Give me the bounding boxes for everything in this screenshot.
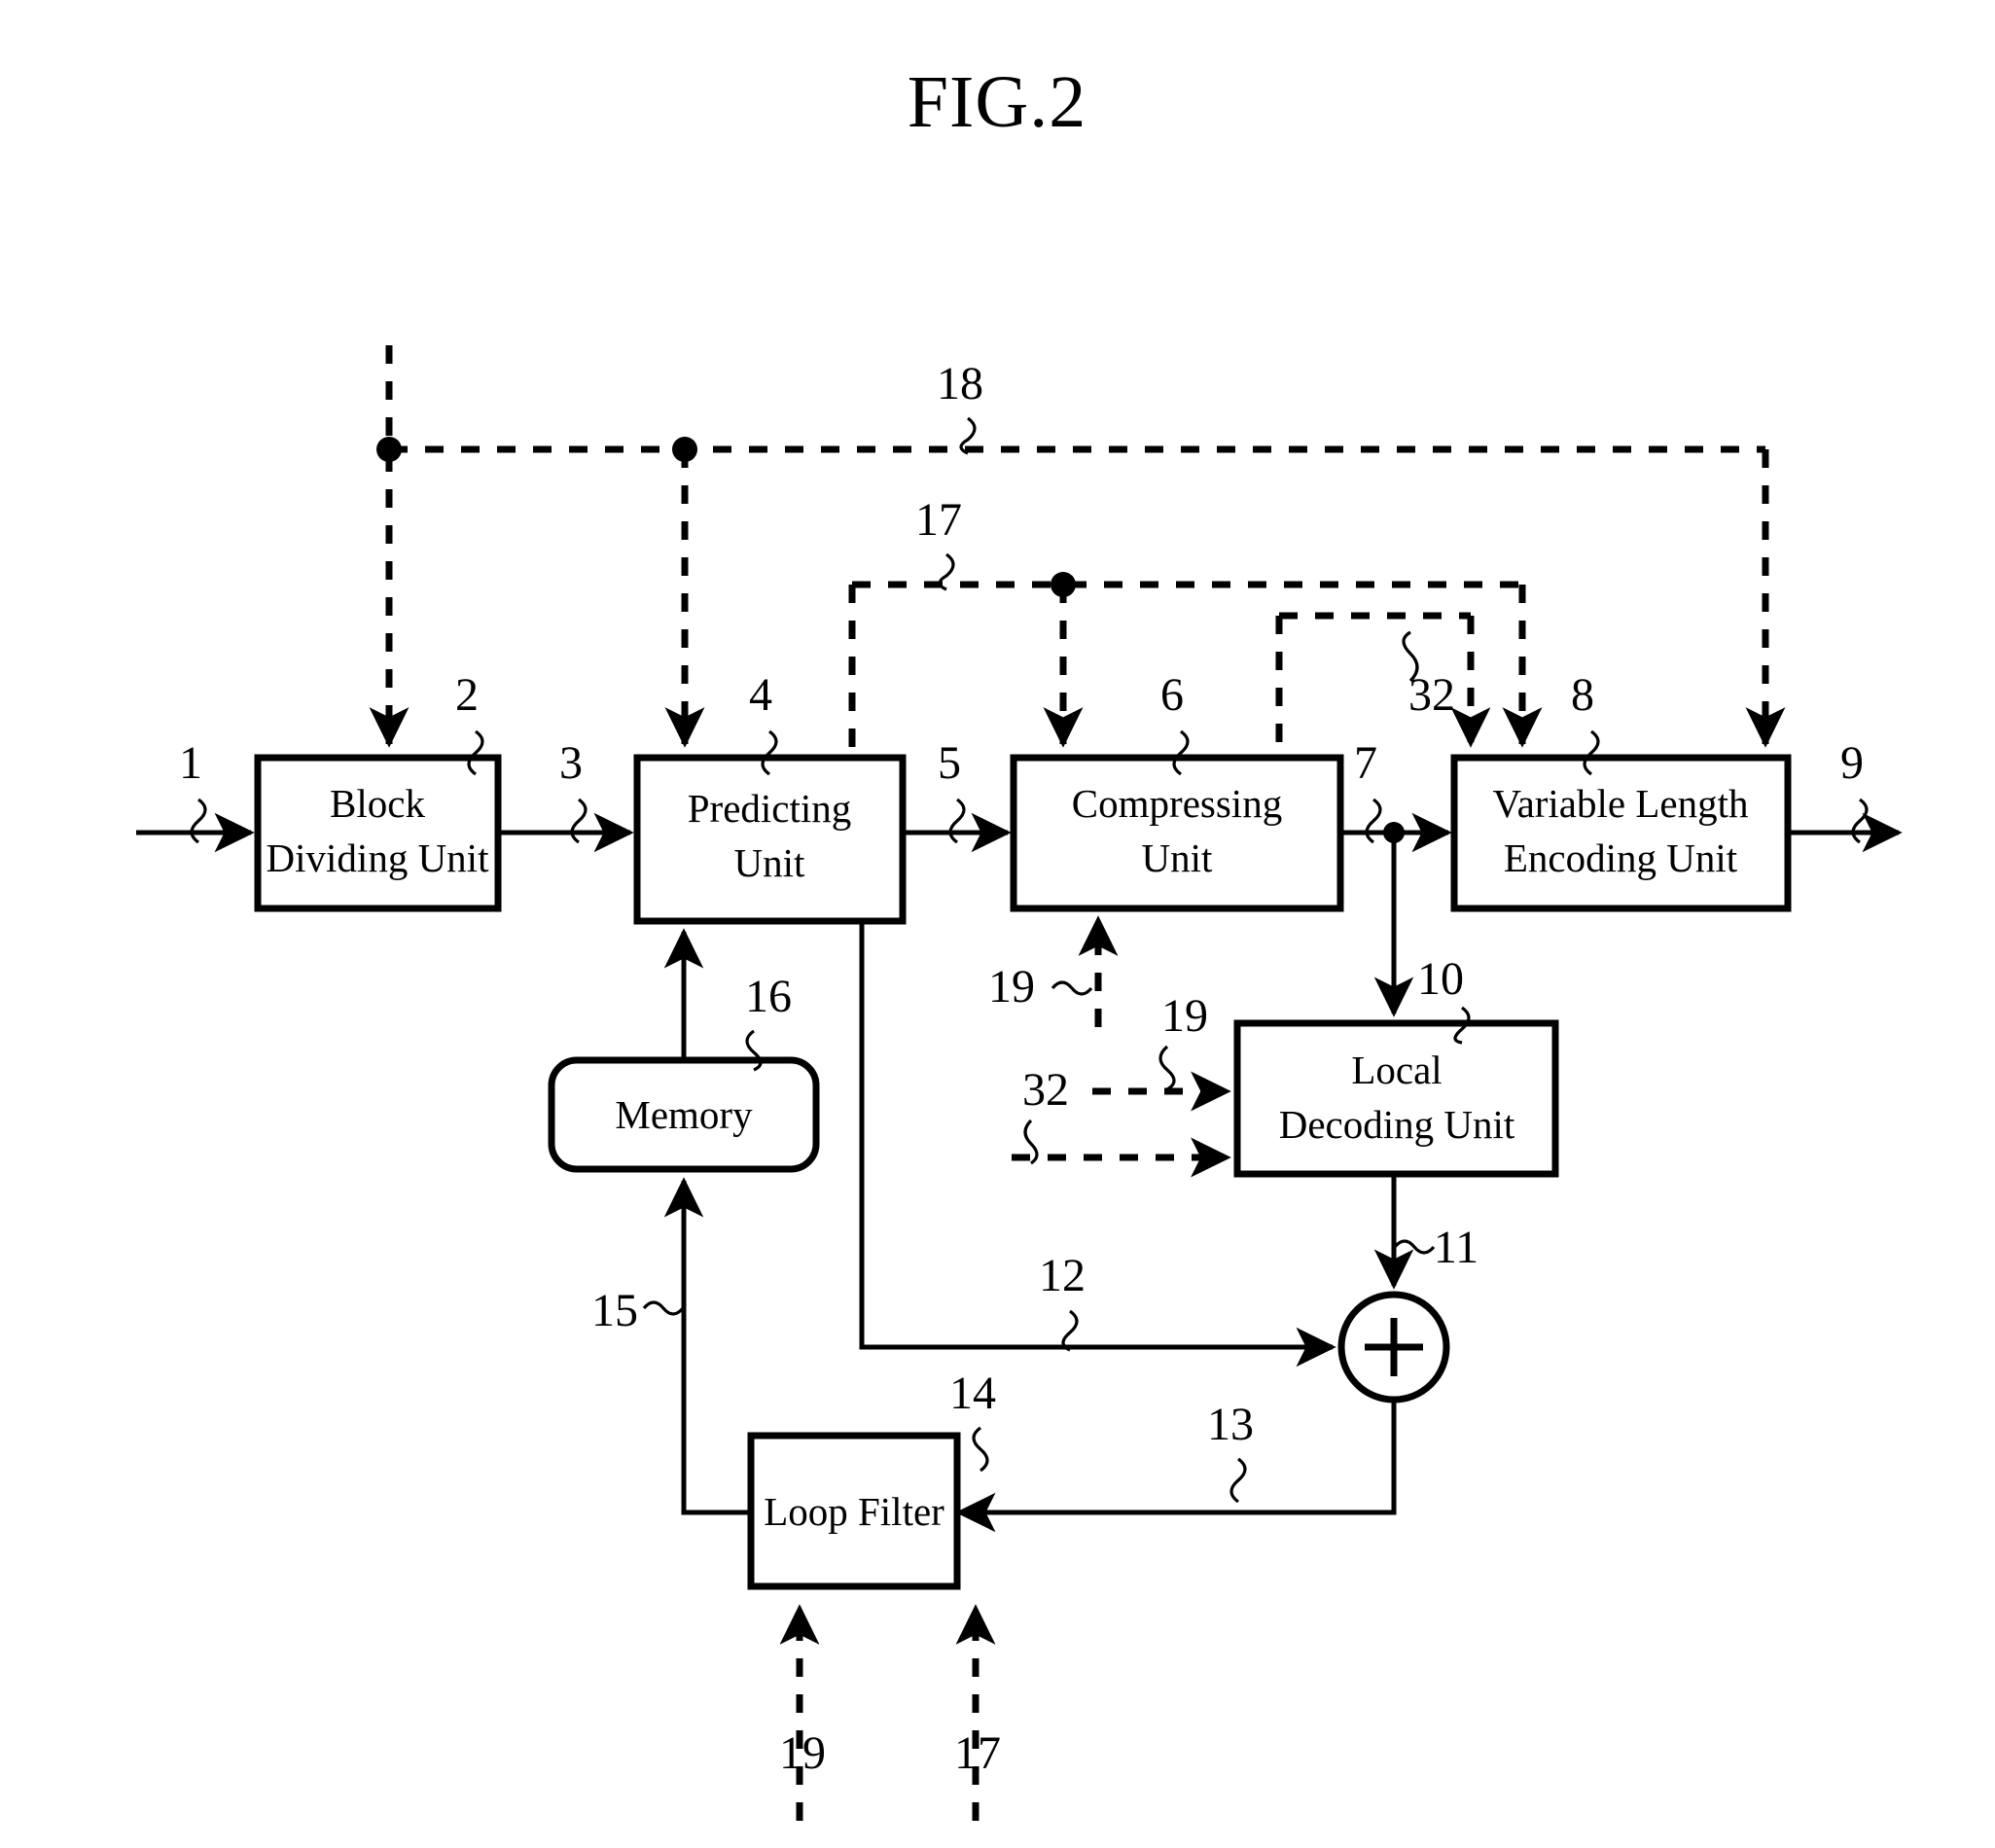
page-title: FIG.2 bbox=[908, 61, 1087, 143]
compressing-unit-label-line1: Compressing bbox=[1072, 781, 1282, 826]
variable-length-encoding-unit-label-line1: Variable Length bbox=[1493, 781, 1749, 826]
junction-7 bbox=[1383, 822, 1405, 843]
leader-13 bbox=[1229, 1457, 1247, 1504]
ref-8: 8 bbox=[1571, 669, 1594, 721]
ref-12: 12 bbox=[1039, 1250, 1086, 1301]
block-dividing-unit-label-line2: Dividing Unit bbox=[267, 835, 490, 880]
leader-1 bbox=[190, 798, 207, 844]
ref-19-loop-filter: 19 bbox=[779, 1727, 826, 1779]
wire-13 bbox=[955, 1401, 1397, 1533]
ref-17-top: 17 bbox=[915, 494, 962, 546]
ref-16: 16 bbox=[745, 971, 792, 1022]
ref-10: 10 bbox=[1417, 953, 1464, 1005]
reference-leaders bbox=[190, 416, 1869, 1504]
predicting-unit[interactable]: Predicting Unit bbox=[633, 754, 907, 925]
variable-length-encoding-unit[interactable]: Variable Length Encoding Unit bbox=[1450, 754, 1792, 912]
compressing-unit[interactable]: Compressing Unit bbox=[1010, 754, 1344, 912]
memory-label: Memory bbox=[615, 1092, 753, 1137]
local-decoding-unit-rect bbox=[1233, 1019, 1559, 1178]
local-decoding-unit-label-line2: Decoding Unit bbox=[1279, 1102, 1515, 1147]
leader-7 bbox=[1365, 798, 1382, 844]
loop-filter-label: Loop Filter bbox=[764, 1489, 944, 1534]
ref-6: 6 bbox=[1160, 669, 1184, 721]
ref-13: 13 bbox=[1207, 1399, 1254, 1450]
local-decoding-unit[interactable]: Local Decoding Unit bbox=[1233, 1019, 1559, 1178]
ref-11: 11 bbox=[1434, 1222, 1478, 1273]
reference-numbers: 1 2 3 4 5 6 7 8 9 10 11 12 13 14 15 16 1… bbox=[179, 358, 1864, 1779]
leader-9 bbox=[1851, 798, 1869, 844]
ref-2: 2 bbox=[455, 669, 479, 721]
ref-4: 4 bbox=[749, 669, 772, 721]
ref-32-decoding: 32 bbox=[1022, 1064, 1069, 1116]
leader-19-decoding bbox=[1158, 1045, 1176, 1091]
figure-root: FIG.2 Block Dividing Unit Predicting Uni… bbox=[0, 0, 1995, 1848]
ref-9: 9 bbox=[1840, 737, 1864, 789]
ref-32-top: 32 bbox=[1408, 669, 1455, 721]
junction-17 bbox=[1051, 572, 1076, 597]
leader-5 bbox=[948, 798, 966, 844]
predicting-unit-label-line2: Unit bbox=[734, 840, 806, 885]
wire-15 bbox=[663, 1177, 749, 1515]
ref-14: 14 bbox=[949, 1368, 996, 1419]
leader-15 bbox=[642, 1300, 685, 1316]
ref-18-top: 18 bbox=[937, 358, 983, 409]
predicting-unit-label-line1: Predicting bbox=[688, 786, 852, 831]
ref-19-compressing: 19 bbox=[988, 961, 1035, 1013]
junction-18-a bbox=[376, 437, 402, 462]
leader-12 bbox=[1061, 1309, 1079, 1352]
solid-signal-paths bbox=[136, 812, 1903, 1533]
leader-19-compressing bbox=[1051, 980, 1093, 996]
ref-1: 1 bbox=[179, 737, 202, 789]
ref-15: 15 bbox=[591, 1285, 638, 1336]
compressing-unit-label-line2: Unit bbox=[1142, 835, 1214, 880]
memory[interactable]: Memory bbox=[548, 1056, 820, 1173]
ref-7: 7 bbox=[1354, 737, 1377, 789]
leader-3 bbox=[570, 798, 588, 844]
ref-19-decoding: 19 bbox=[1161, 990, 1208, 1042]
junction-18-b bbox=[672, 437, 697, 462]
leader-14 bbox=[972, 1426, 989, 1473]
leader-11 bbox=[1393, 1239, 1436, 1255]
predicting-unit-rect bbox=[633, 754, 907, 925]
block-dividing-unit-label-line1: Block bbox=[330, 781, 425, 826]
block-dividing-unit[interactable]: Block Dividing Unit bbox=[254, 754, 502, 912]
variable-length-encoding-unit-label-line2: Encoding Unit bbox=[1504, 835, 1738, 880]
ref-3: 3 bbox=[559, 737, 583, 789]
figure-canvas: FIG.2 Block Dividing Unit Predicting Uni… bbox=[136, 61, 1903, 1821]
loop-filter[interactable]: Loop Filter bbox=[747, 1432, 961, 1590]
ref-17-loop-filter: 17 bbox=[954, 1727, 1001, 1779]
ref-5: 5 bbox=[938, 737, 961, 789]
local-decoding-unit-label-line1: Local bbox=[1351, 1048, 1442, 1092]
adder[interactable] bbox=[1337, 1291, 1450, 1404]
